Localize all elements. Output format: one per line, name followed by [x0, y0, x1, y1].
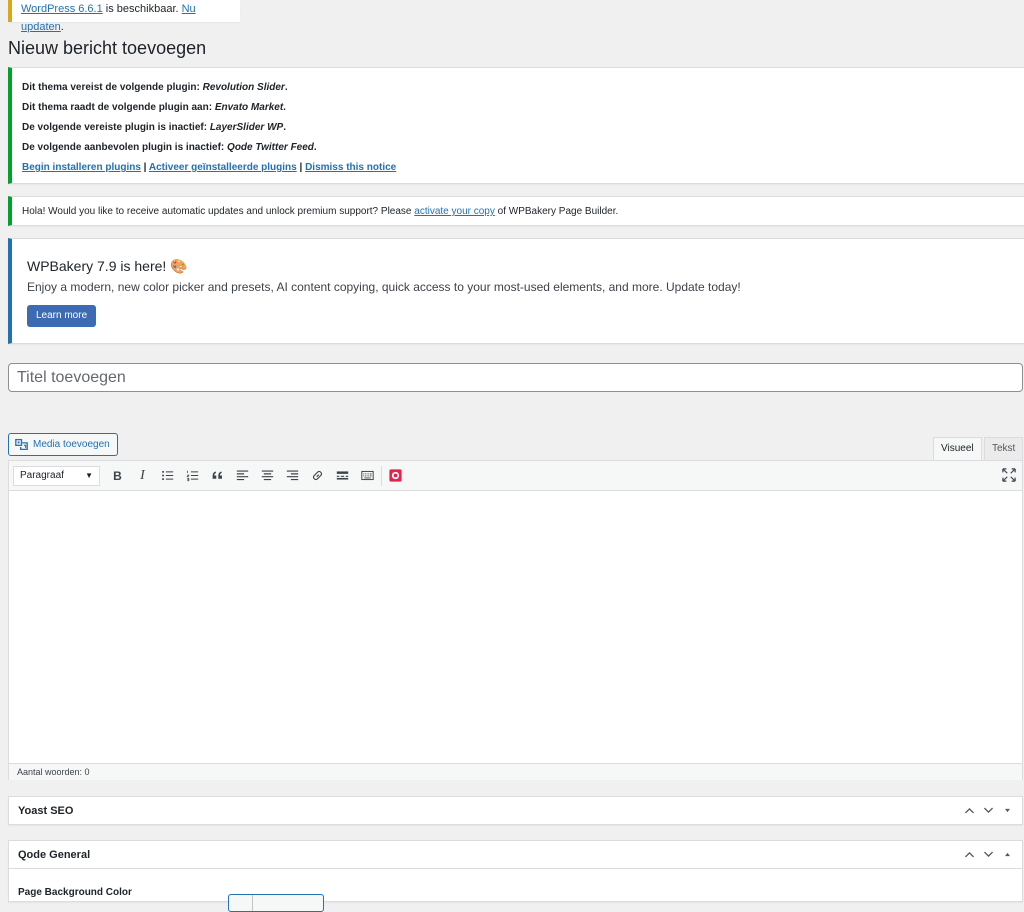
metabox-header[interactable]: Yoast SEO	[9, 797, 1022, 825]
slider-plugin-icon	[389, 469, 402, 482]
notice-line-required: Dit thema vereist de volgende plugin: Re…	[22, 78, 1024, 98]
keyboard-icon	[361, 470, 374, 481]
plugin-name: Qode Twitter Feed	[227, 142, 314, 153]
quote-icon	[212, 471, 222, 479]
wpbakery-notice-title: WPBakery 7.9 is here! 🎨	[27, 258, 188, 274]
link-icon	[312, 470, 323, 481]
content-editor: Paragraaf ▼ B I Aantal woorden: 0	[8, 460, 1023, 780]
blockquote-button[interactable]	[205, 464, 230, 488]
notice-dot: .	[284, 82, 288, 93]
italic-button[interactable]: I	[130, 464, 155, 488]
word-count: Aantal woorden: 0	[17, 767, 90, 777]
editor-content-area[interactable]	[9, 491, 1022, 763]
toggle-panel-icon[interactable]	[1001, 848, 1014, 861]
page-title: Nieuw bericht toevoegen	[8, 38, 207, 58]
move-up-icon[interactable]	[963, 804, 976, 817]
background-color-picker[interactable]	[228, 894, 324, 912]
add-media-button[interactable]: Media toevoegen	[8, 433, 118, 456]
post-title-input[interactable]	[8, 363, 1023, 392]
notice-text: De volgende vereiste plugin is inactief:	[22, 122, 210, 133]
notice-text: Dit thema raadt de volgende plugin aan:	[22, 102, 215, 113]
slider-shortcode-button[interactable]	[383, 464, 408, 488]
align-left-button[interactable]	[230, 464, 255, 488]
insert-link-button[interactable]	[305, 464, 330, 488]
move-up-icon[interactable]	[963, 848, 976, 861]
dismiss-notice-link[interactable]: Dismiss this notice	[305, 162, 396, 173]
license-notice-text: Hola! Would you like to receive automati…	[22, 206, 415, 217]
toggle-panel-icon[interactable]	[1001, 804, 1014, 817]
bullet-list-button[interactable]	[155, 464, 180, 488]
toolbar-separator	[381, 465, 382, 486]
align-center-icon	[261, 470, 274, 481]
read-more-icon	[336, 471, 349, 480]
notice-dot: .	[313, 142, 317, 153]
align-right-icon	[286, 470, 299, 481]
wordpress-version-link[interactable]: WordPress 6.6.1	[21, 3, 103, 15]
notice-links: Begin installeren plugins | Activeer geï…	[22, 158, 1024, 178]
format-select[interactable]: Paragraaf ▼	[13, 465, 100, 486]
activate-copy-link[interactable]: activate your copy	[414, 206, 495, 217]
read-more-button[interactable]	[330, 464, 355, 488]
plugin-name: Revolution Slider	[202, 82, 285, 93]
notice-text: De volgende aanbevolen plugin is inactie…	[22, 142, 228, 153]
license-notice: Hola! Would you like to receive automati…	[8, 196, 1024, 226]
update-nag-text: is beschikbaar.	[102, 3, 182, 15]
metabox-title: Yoast SEO	[18, 805, 74, 817]
title-field-wrap	[8, 363, 1023, 392]
bold-button[interactable]: B	[105, 464, 130, 488]
caret-down-icon: ▼	[85, 470, 93, 480]
tab-text[interactable]: Tekst	[984, 437, 1024, 461]
metabox-controls	[963, 848, 1014, 861]
numbered-list-button[interactable]	[180, 464, 205, 488]
notice-line-inactive-required: De volgende vereiste plugin is inactief:…	[22, 118, 1024, 138]
notice-line-inactive-recommended: De volgende aanbevolen plugin is inactie…	[22, 138, 1024, 158]
link-separator: |	[296, 162, 306, 173]
wpbakery-notice: WPBakery 7.9 is here! 🎨 Enjoy a modern, …	[8, 238, 1024, 344]
add-media-label: Media toevoegen	[33, 439, 110, 450]
format-select-value: Paragraaf	[20, 469, 64, 481]
editor-toolbar: Paragraaf ▼ B I	[9, 461, 1022, 491]
fullscreen-icon[interactable]	[1002, 468, 1016, 482]
notice-dot: .	[283, 122, 286, 133]
numbered-list-icon	[186, 470, 199, 482]
qode-general-metabox: Qode General Page Background Color	[8, 840, 1023, 912]
tab-visual[interactable]: Visueel	[933, 437, 982, 461]
license-notice-text-end: of WPBakery Page Builder.	[494, 206, 619, 217]
plugin-notice: Dit thema vereist de volgende plugin: Re…	[8, 67, 1024, 184]
activate-plugins-link[interactable]: Activeer geïnstalleerde plugins	[149, 162, 297, 173]
align-right-button[interactable]	[280, 464, 305, 488]
plugin-name: LayerSlider WP	[209, 122, 284, 133]
toolbar-toggle-button[interactable]	[355, 464, 380, 488]
metabox-controls	[963, 804, 1014, 817]
move-down-icon[interactable]	[982, 848, 995, 861]
plugin-name: Envato Market	[214, 102, 284, 113]
learn-more-button[interactable]: Learn more	[27, 305, 97, 327]
update-nag: WordPress 6.6.1 is beschikbaar. Nu updat…	[8, 0, 240, 33]
align-left-icon	[236, 470, 249, 481]
move-down-icon[interactable]	[982, 804, 995, 817]
notice-line-recommended: Dit thema raadt de volgende plugin aan: …	[22, 98, 1024, 118]
metabox-header[interactable]: Qode General	[9, 841, 1022, 869]
metabox-title: Qode General	[18, 848, 91, 861]
bullet-list-icon	[162, 470, 174, 481]
notice-dot: .	[283, 102, 286, 113]
media-icon	[15, 438, 28, 451]
link-separator: |	[140, 162, 149, 173]
begin-install-plugins-link[interactable]: Begin installeren plugins	[22, 162, 141, 173]
align-center-button[interactable]	[255, 464, 280, 488]
editor-status-bar: Aantal woorden: 0	[9, 763, 1022, 780]
update-nag-end: .	[60, 21, 64, 33]
color-swatch	[229, 895, 253, 911]
yoast-seo-metabox: Yoast SEO	[8, 796, 1023, 825]
wpbakery-notice-text: Enjoy a modern, new color picker and pre…	[27, 280, 741, 294]
page-background-color-label: Page Background Color	[18, 887, 132, 898]
notice-text: Dit thema vereist de volgende plugin:	[22, 82, 203, 93]
